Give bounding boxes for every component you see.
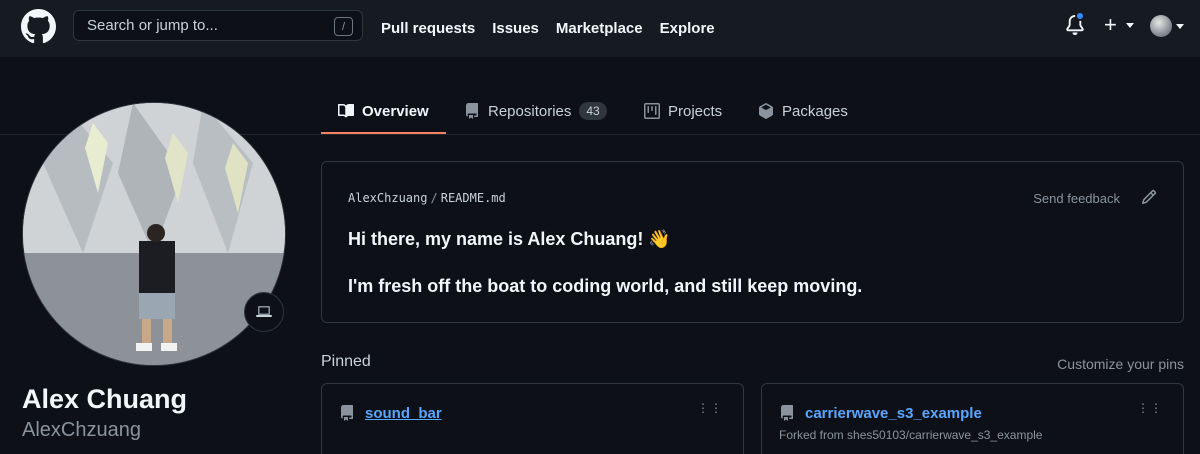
readme-greeting: Hi there, my name is Alex Chuang! 👋: [348, 229, 671, 249]
repo-icon: [341, 405, 353, 421]
header-nav: Pull requests Issues Marketplace Explore: [381, 0, 715, 57]
tab-repositories[interactable]: Repositories 43: [464, 88, 607, 134]
pencil-icon[interactable]: [1141, 189, 1157, 205]
tab-projects-label: Projects: [668, 102, 723, 120]
tab-packages[interactable]: Packages: [758, 88, 848, 134]
profile-avatar[interactable]: [22, 102, 286, 366]
forked-from-text: Forked from shes50103/carrierwave_s3_exa…: [779, 428, 1043, 442]
tab-projects[interactable]: Projects: [644, 88, 722, 134]
nav-explore[interactable]: Explore: [660, 20, 715, 37]
readme-file-link[interactable]: README.md: [441, 191, 506, 205]
customize-pins-link[interactable]: Customize your pins: [1057, 356, 1184, 372]
drag-handle-icon[interactable]: ⋮⋮: [697, 402, 723, 414]
tab-repositories-label: Repositories: [488, 102, 572, 120]
notification-dot: [1075, 11, 1085, 21]
nav-marketplace[interactable]: Marketplace: [556, 20, 643, 37]
chevron-down-icon: [1126, 23, 1134, 28]
drag-handle-icon[interactable]: ⋮⋮: [1137, 402, 1163, 414]
pinned-repo-link[interactable]: carrierwave_s3_example: [805, 405, 982, 422]
chevron-down-icon[interactable]: [1176, 24, 1184, 29]
laptop-icon: [256, 306, 272, 317]
github-logo-icon[interactable]: [21, 9, 56, 44]
search-input[interactable]: Search or jump to... /: [73, 10, 363, 41]
status-badge[interactable]: [244, 292, 284, 332]
readme-owner-link[interactable]: AlexChzuang: [348, 191, 427, 205]
top-header: Search or jump to... / Pull requests Iss…: [0, 0, 1200, 57]
user-avatar-menu[interactable]: [1150, 15, 1172, 37]
plus-icon: +: [1104, 12, 1117, 37]
repo-icon: [781, 405, 793, 421]
book-icon: [338, 103, 354, 118]
send-feedback-link[interactable]: Send feedback: [1033, 191, 1120, 206]
package-icon: [759, 103, 773, 119]
tab-overview-label: Overview: [362, 102, 429, 120]
create-new-button[interactable]: +: [1104, 12, 1134, 37]
readme-tagline: I'm fresh off the boat to coding world, …: [348, 276, 863, 296]
nav-pull-requests[interactable]: Pull requests: [381, 20, 475, 37]
pinned-card: carrierwave_s3_example ⋮⋮ Forked from sh…: [761, 383, 1184, 454]
repo-count-badge: 43: [579, 102, 607, 120]
avatar-photo: [23, 103, 285, 365]
pinned-card: sound_bar ⋮⋮: [321, 383, 744, 454]
tab-packages-label: Packages: [782, 102, 848, 120]
readme-path: AlexChzuang / README.md: [348, 191, 506, 205]
search-shortcut-badge: /: [334, 17, 353, 36]
project-icon: [644, 103, 660, 119]
readme-card: AlexChzuang / README.md Send feedback Hi t…: [321, 161, 1184, 323]
readme-path-separator: /: [430, 191, 438, 205]
profile-name: Alex Chuang: [22, 384, 188, 414]
tab-overview[interactable]: Overview: [338, 88, 429, 134]
pinned-repo-link[interactable]: sound_bar: [365, 405, 442, 422]
pinned-heading: Pinned: [321, 353, 371, 370]
repo-icon: [466, 103, 478, 119]
search-placeholder: Search or jump to...: [87, 17, 218, 34]
profile-login: AlexChzuang: [22, 419, 141, 441]
nav-issues[interactable]: Issues: [492, 20, 539, 37]
